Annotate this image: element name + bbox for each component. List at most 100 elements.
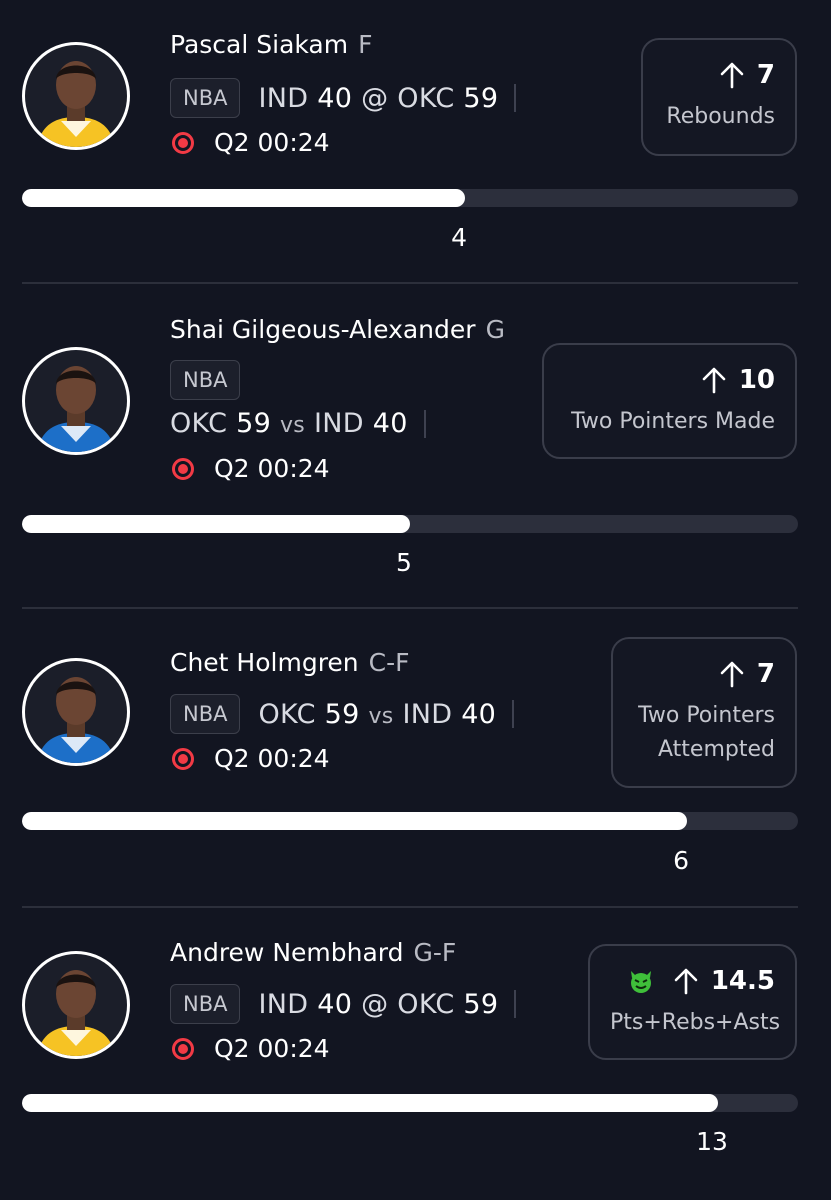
divider-pipe bbox=[423, 409, 426, 438]
game-info-row: NBA OKC 59 vs IND 40 bbox=[170, 694, 515, 734]
game-score-row: OKC 59 vs IND 40 bbox=[170, 408, 426, 439]
game-status-row: Q2 00:24 bbox=[172, 744, 330, 773]
divider-pipe bbox=[514, 84, 517, 112]
player-avatar bbox=[22, 42, 130, 150]
team-right: IND bbox=[402, 698, 453, 730]
score-left: 40 bbox=[317, 82, 353, 114]
prop-line-row: 10 bbox=[564, 365, 775, 395]
prop-line-row: 7 bbox=[663, 60, 775, 90]
prop-stat-label-line: Attempted bbox=[658, 737, 775, 762]
current-stat-value: 13 bbox=[696, 1127, 728, 1156]
live-indicator-icon bbox=[172, 131, 194, 154]
progress-bar-fill bbox=[22, 1094, 719, 1112]
progress-bar-fill bbox=[22, 189, 466, 207]
league-badge: NBA bbox=[170, 694, 241, 734]
prop-stat-label: Rebounds bbox=[663, 100, 775, 134]
prop-stat-label-line: Two Pointers Made bbox=[571, 409, 775, 434]
player-position: F bbox=[358, 30, 373, 59]
prop-line-box[interactable]: 14.5 Pts+Rebs+Asts bbox=[588, 944, 797, 1060]
progress-bar-fill bbox=[22, 812, 688, 830]
progress-bar-track bbox=[22, 812, 798, 830]
prop-stat-label: Two Pointers Made bbox=[564, 405, 775, 439]
prop-line-value: 14.5 bbox=[710, 966, 775, 996]
current-stat-value: 5 bbox=[396, 548, 412, 577]
game-clock: Q2 00:24 bbox=[214, 454, 330, 483]
game-info-row: NBA IND 40 @ OKC 59 bbox=[170, 78, 517, 118]
matchup-separator: vs bbox=[368, 703, 394, 729]
game-score: IND 40 @ OKC 59 bbox=[258, 83, 498, 114]
prop-line-value: 10 bbox=[738, 365, 775, 395]
team-right: IND bbox=[313, 408, 364, 439]
player-avatar bbox=[22, 951, 130, 1059]
team-left: IND bbox=[258, 988, 309, 1020]
league-badge: NBA bbox=[170, 984, 241, 1024]
progress-bar-track bbox=[22, 515, 798, 533]
prop-line-box[interactable]: 7 Two Pointers Attempted bbox=[611, 637, 797, 788]
player-name[interactable]: Shai Gilgeous-Alexander bbox=[170, 315, 476, 344]
progress-bar-fill bbox=[22, 515, 410, 533]
team-left: IND bbox=[258, 82, 309, 114]
game-score: OKC 59 vs IND 40 bbox=[258, 699, 496, 730]
score-left: 59 bbox=[236, 408, 272, 439]
arrow-up-icon bbox=[701, 366, 727, 394]
score-left: 40 bbox=[317, 988, 353, 1020]
game-info-row: NBA IND 40 @ OKC 59 bbox=[170, 984, 517, 1024]
live-indicator-icon bbox=[172, 1037, 194, 1060]
player-avatar bbox=[22, 347, 130, 455]
player-position: G-F bbox=[413, 938, 457, 967]
prop-line-row: 14.5 bbox=[610, 966, 775, 996]
player-name[interactable]: Chet Holmgren bbox=[170, 648, 359, 677]
arrow-up-icon bbox=[719, 61, 745, 89]
prop-stat-label-line: Pts+Rebs+Asts bbox=[610, 1010, 781, 1035]
game-score: IND 40 @ OKC 59 bbox=[258, 989, 498, 1020]
current-stat-value: 6 bbox=[673, 846, 689, 875]
arrow-up-icon bbox=[719, 660, 745, 688]
player-photo-icon bbox=[25, 954, 127, 1056]
score-right: 40 bbox=[461, 698, 497, 730]
player-name-row: Andrew Nembhard G-F bbox=[170, 938, 456, 967]
prop-stat-label-line: Two Pointers bbox=[638, 703, 775, 728]
game-info-row: NBA bbox=[170, 360, 241, 400]
game-status-row: Q2 00:24 bbox=[172, 454, 330, 483]
team-left: OKC bbox=[258, 698, 316, 730]
matchup-separator: vs bbox=[279, 413, 306, 438]
game-status-row: Q2 00:24 bbox=[172, 1034, 330, 1063]
divider-pipe bbox=[512, 700, 515, 728]
player-name[interactable]: Andrew Nembhard bbox=[170, 938, 404, 967]
team-right: OKC bbox=[397, 82, 455, 114]
matchup-separator: @ bbox=[361, 82, 389, 114]
player-name-row: Shai Gilgeous-Alexander G bbox=[170, 315, 505, 344]
demon-icon bbox=[627, 967, 655, 995]
player-name[interactable]: Pascal Siakam bbox=[170, 30, 348, 59]
prop-stat-label: Two Pointers Attempted bbox=[633, 699, 775, 767]
league-badge: NBA bbox=[170, 360, 241, 400]
prop-line-box[interactable]: 7 Rebounds bbox=[641, 38, 797, 156]
score-left: 59 bbox=[324, 698, 360, 730]
score-right: 59 bbox=[463, 988, 499, 1020]
card-divider bbox=[22, 607, 798, 609]
card-divider bbox=[22, 906, 798, 908]
league-badge: NBA bbox=[170, 78, 241, 118]
player-photo-icon bbox=[25, 350, 127, 452]
player-name-row: Chet Holmgren C-F bbox=[170, 648, 410, 677]
prop-line-value: 7 bbox=[756, 60, 775, 90]
prop-line-value: 7 bbox=[756, 659, 775, 689]
card-divider bbox=[22, 282, 798, 284]
divider-pipe bbox=[514, 990, 517, 1018]
team-right: OKC bbox=[397, 988, 455, 1020]
player-photo-icon bbox=[25, 661, 127, 763]
live-indicator-icon bbox=[172, 747, 194, 770]
game-clock: Q2 00:24 bbox=[214, 128, 330, 157]
player-photo-icon bbox=[25, 45, 127, 147]
prop-line-row: 7 bbox=[633, 659, 775, 689]
game-clock: Q2 00:24 bbox=[214, 744, 330, 773]
player-name-row: Pascal Siakam F bbox=[170, 30, 373, 59]
prop-line-box[interactable]: 10 Two Pointers Made bbox=[542, 343, 797, 459]
score-right: 59 bbox=[463, 82, 499, 114]
live-indicator-icon bbox=[172, 457, 194, 480]
progress-bar-track bbox=[22, 1094, 798, 1112]
matchup-separator: @ bbox=[361, 988, 389, 1020]
player-avatar bbox=[22, 658, 130, 766]
team-left: OKC bbox=[170, 408, 228, 439]
current-stat-value: 4 bbox=[451, 223, 468, 252]
